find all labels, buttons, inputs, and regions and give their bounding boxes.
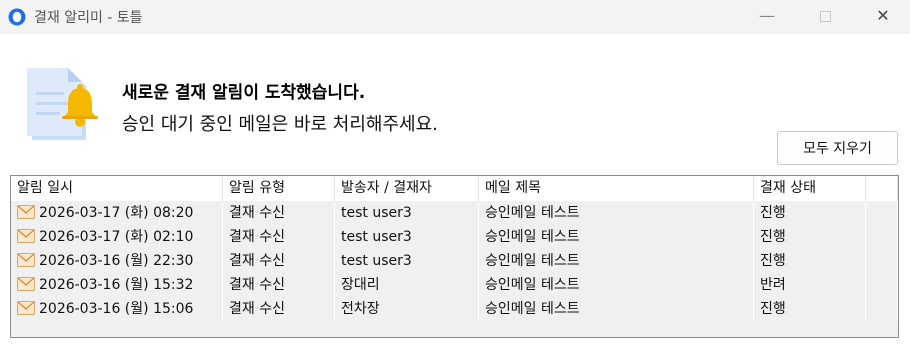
cell-type-text: 결재 수신 <box>229 277 285 293</box>
cell-time-text: 2026-03-17 (화) 02:10 <box>39 229 194 245</box>
title-bar: 결재 알리미 - 토틀 — ✕ <box>0 0 910 34</box>
envelope-icon <box>17 276 35 291</box>
cell-time: 2026-03-17 (화) 08:20 <box>11 201 223 225</box>
envelope-icon <box>17 252 35 267</box>
cell-filler <box>866 249 898 273</box>
cell-time-text: 2026-03-16 (월) 15:32 <box>39 277 194 293</box>
cell-status-text: 진행 <box>760 301 786 317</box>
cell-filler <box>866 201 898 225</box>
notice-subline: 승인 대기 중인 메일은 바로 처리해주세요. <box>122 114 438 135</box>
cell-sender-text: 장대리 <box>341 277 380 293</box>
cell-time: 2026-03-16 (월) 22:30 <box>11 249 223 273</box>
cell-filler <box>866 273 898 297</box>
cell-sender-text: test user3 <box>341 253 412 269</box>
table-row[interactable]: 2026-03-16 (월) 22:30 결재 수신 test user3 승인메일 … <box>11 249 898 273</box>
cell-time: 2026-03-16 (월) 15:32 <box>11 273 223 297</box>
cell-sender: test user3 <box>335 201 479 225</box>
app-logo-icon <box>8 8 26 26</box>
cell-subject-text: 승인메일 테스트 <box>485 301 580 317</box>
cell-subject-text: 승인메일 테스트 <box>485 253 580 269</box>
cell-sender: test user3 <box>335 249 479 273</box>
cell-type: 결재 수신 <box>223 201 335 225</box>
column-header-filler <box>866 176 898 201</box>
maximize-icon <box>819 11 831 22</box>
cell-filler <box>866 225 898 249</box>
cell-subject: 승인메일 테스트 <box>479 297 754 321</box>
cell-time-text: 2026-03-17 (화) 08:20 <box>39 205 194 221</box>
column-header-time[interactable]: 알림 일시 <box>11 176 223 201</box>
column-header-type[interactable]: 알림 유형 <box>223 176 335 201</box>
cell-subject: 승인메일 테스트 <box>479 273 754 297</box>
cell-status: 진행 <box>754 201 866 225</box>
table-row[interactable]: 2026-03-17 (화) 08:20 결재 수신 test user3 승인메일 … <box>11 201 898 225</box>
envelope-icon <box>17 300 35 315</box>
cell-subject-text: 승인메일 테스트 <box>485 229 580 245</box>
column-header-subject[interactable]: 메일 제목 <box>479 176 754 201</box>
cell-subject: 승인메일 테스트 <box>479 201 754 225</box>
table-row[interactable]: 2026-03-17 (화) 02:10 결재 수신 test user3 승인메일 … <box>11 225 898 249</box>
envelope-icon <box>17 228 35 243</box>
maximize-button[interactable] <box>802 0 848 34</box>
cell-sender-text: test user3 <box>341 205 412 221</box>
cell-type: 결재 수신 <box>223 249 335 273</box>
minimize-button[interactable]: — <box>744 0 790 34</box>
close-button[interactable]: ✕ <box>860 0 906 34</box>
notice-headline: 새로운 결재 알림이 도착했습니다. <box>122 83 366 103</box>
cell-time: 2026-03-16 (월) 15:06 <box>11 297 223 321</box>
cell-status: 진행 <box>754 249 866 273</box>
cell-type: 결재 수신 <box>223 225 335 249</box>
cell-type-text: 결재 수신 <box>229 253 285 269</box>
cell-sender: 장대리 <box>335 273 479 297</box>
table-row[interactable]: 2026-03-16 (월) 15:06 결재 수신 전차장 승인메일 테스트 진행 <box>11 297 898 321</box>
table-row[interactable]: 2026-03-16 (월) 15:32 결재 수신 장대리 승인메일 테스트 반려 <box>11 273 898 297</box>
cell-status: 반려 <box>754 273 866 297</box>
cell-type-text: 결재 수신 <box>229 229 285 245</box>
table-header: 알림 일시 알림 유형 발송자 / 결재자 메일 제목 결재 상태 <box>11 176 898 201</box>
cell-status-text: 진행 <box>760 205 786 221</box>
cell-type-text: 결재 수신 <box>229 301 285 317</box>
cell-subject: 승인메일 테스트 <box>479 249 754 273</box>
cell-type: 결재 수신 <box>223 297 335 321</box>
cell-time-text: 2026-03-16 (월) 22:30 <box>39 253 194 269</box>
cell-type-text: 결재 수신 <box>229 205 285 221</box>
cell-status: 진행 <box>754 297 866 321</box>
cell-subject-text: 승인메일 테스트 <box>485 277 580 293</box>
table-body: 2026-03-17 (화) 08:20 결재 수신 test user3 승인메일 … <box>11 201 898 321</box>
clear-all-button[interactable]: 모두 지우기 <box>777 131 898 165</box>
cell-sender: test user3 <box>335 225 479 249</box>
cell-sender-text: 전차장 <box>341 301 380 317</box>
cell-time: 2026-03-17 (화) 02:10 <box>11 225 223 249</box>
cell-status-text: 진행 <box>760 253 786 269</box>
cell-status: 진행 <box>754 225 866 249</box>
cell-sender: 전차장 <box>335 297 479 321</box>
cell-time-text: 2026-03-16 (월) 15:06 <box>39 301 194 317</box>
cell-filler <box>866 297 898 321</box>
cell-status-text: 진행 <box>760 229 786 245</box>
cell-subject: 승인메일 테스트 <box>479 225 754 249</box>
cell-sender-text: test user3 <box>341 229 412 245</box>
cell-type: 결재 수신 <box>223 273 335 297</box>
notification-table[interactable]: 알림 일시 알림 유형 발송자 / 결재자 메일 제목 결재 상태 2026-0… <box>10 175 899 338</box>
document-bell-icon <box>27 68 98 140</box>
column-header-status[interactable]: 결재 상태 <box>754 176 866 201</box>
cell-subject-text: 승인메일 테스트 <box>485 205 580 221</box>
envelope-icon <box>17 204 35 219</box>
window-title: 결재 알리미 - 토틀 <box>34 10 143 26</box>
column-header-sender[interactable]: 발송자 / 결재자 <box>335 176 479 201</box>
cell-status-text: 반려 <box>760 277 786 293</box>
